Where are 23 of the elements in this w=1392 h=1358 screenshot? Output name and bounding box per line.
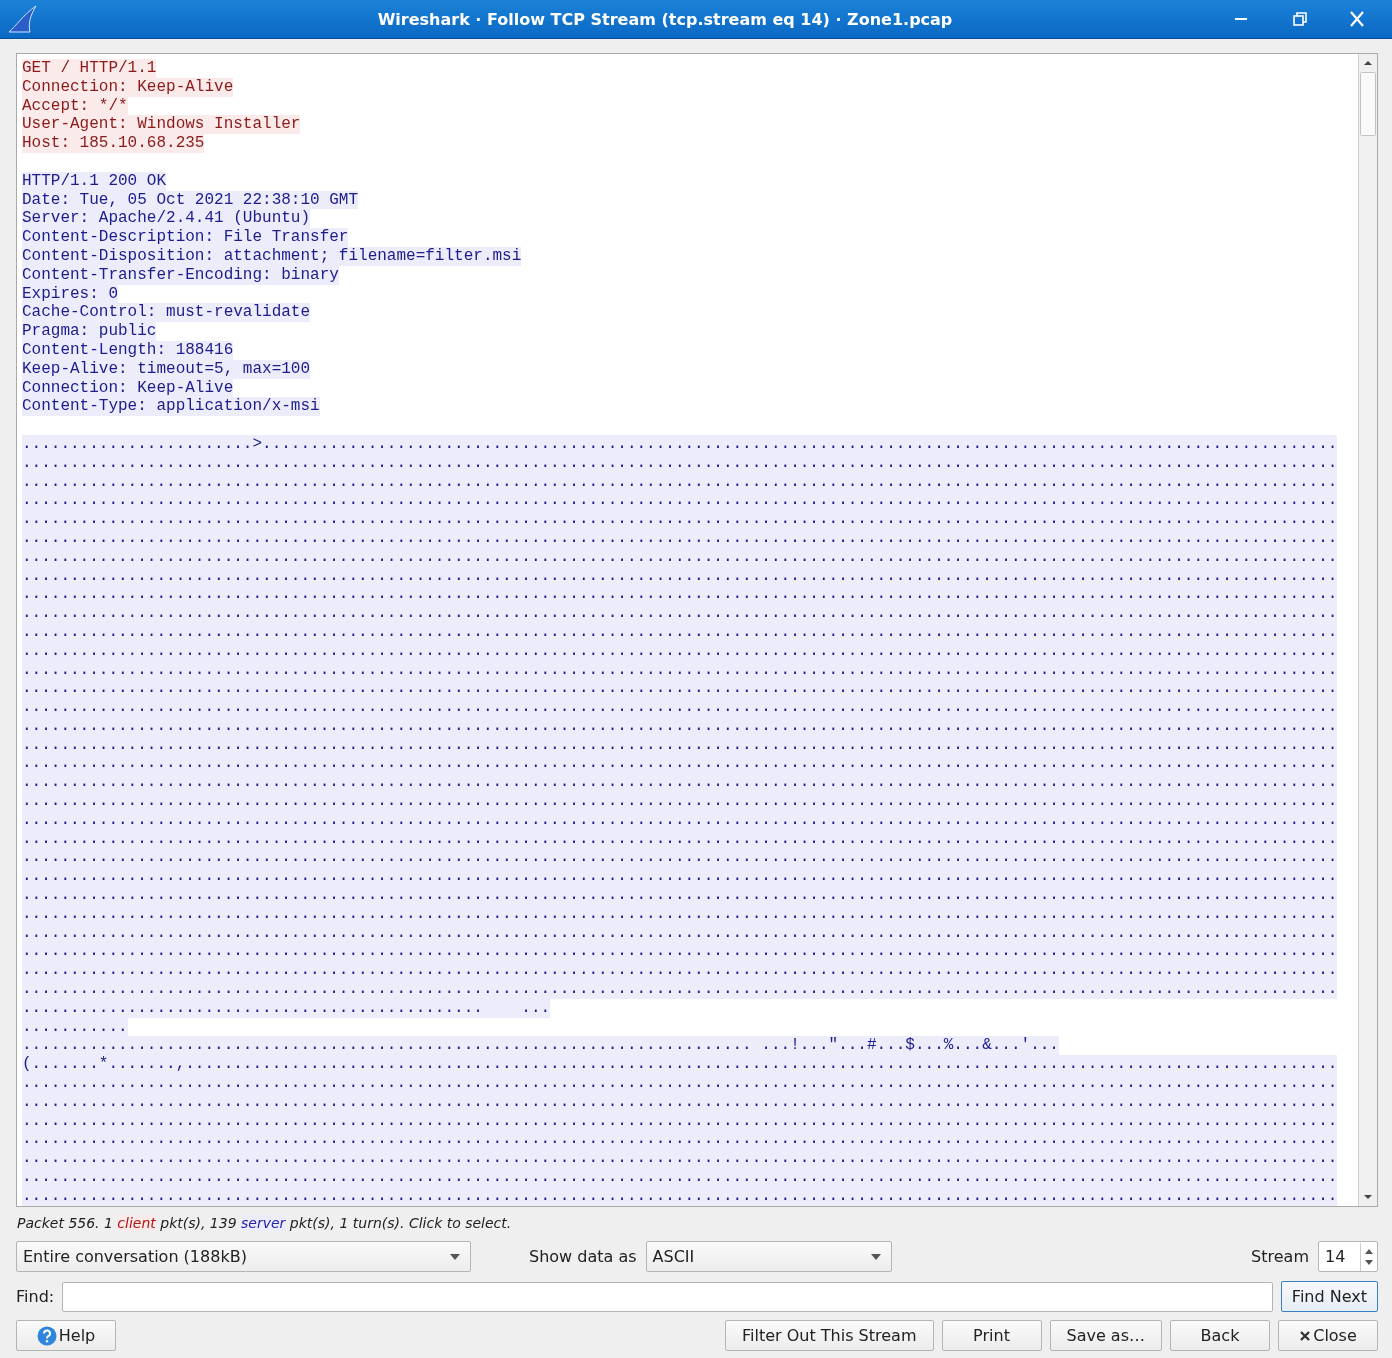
- stream-summary[interactable]: Packet 556. 1 client pkt(s), 139 server pkt(s), 1 turn(s). Click to select.: [17, 1215, 1378, 1233]
- dialog-button[interactable]: Print: [941, 1320, 1042, 1351]
- caret-icon: [870, 1253, 881, 1260]
- find-next-button[interactable]: Find Next: [1280, 1281, 1378, 1312]
- close-icon: [1299, 1329, 1312, 1342]
- show-data-label: Show data as: [529, 1247, 637, 1266]
- stream-spinbox[interactable]: 14: [1318, 1241, 1378, 1272]
- scrollbar[interactable]: [1358, 54, 1377, 1206]
- dialog-button[interactable]: Filter Out This Stream: [725, 1320, 934, 1351]
- show-data-dropdown[interactable]: ASCII: [645, 1241, 892, 1272]
- find-field[interactable]: [62, 1281, 1273, 1312]
- dialog-button[interactable]: Back: [1170, 1320, 1270, 1351]
- dialog-button[interactable]: Save as…: [1049, 1320, 1162, 1351]
- scroll-thumb[interactable]: [1360, 72, 1376, 136]
- close-button[interactable]: Close: [1278, 1320, 1378, 1351]
- shark-fin-icon: [6, 4, 38, 34]
- stream-label: Stream: [1251, 1247, 1309, 1266]
- conversation-dropdown[interactable]: Entire conversation (188kB): [16, 1241, 471, 1272]
- help-button[interactable]: Help: [16, 1320, 116, 1351]
- caret-icon: [450, 1253, 460, 1260]
- window-title: Wireshark · Follow TCP Stream (tcp.stream eq 14) · Zone1.pcap: [376, 9, 954, 29]
- find-label: Find:: [16, 1287, 55, 1306]
- help-icon: [36, 1325, 57, 1346]
